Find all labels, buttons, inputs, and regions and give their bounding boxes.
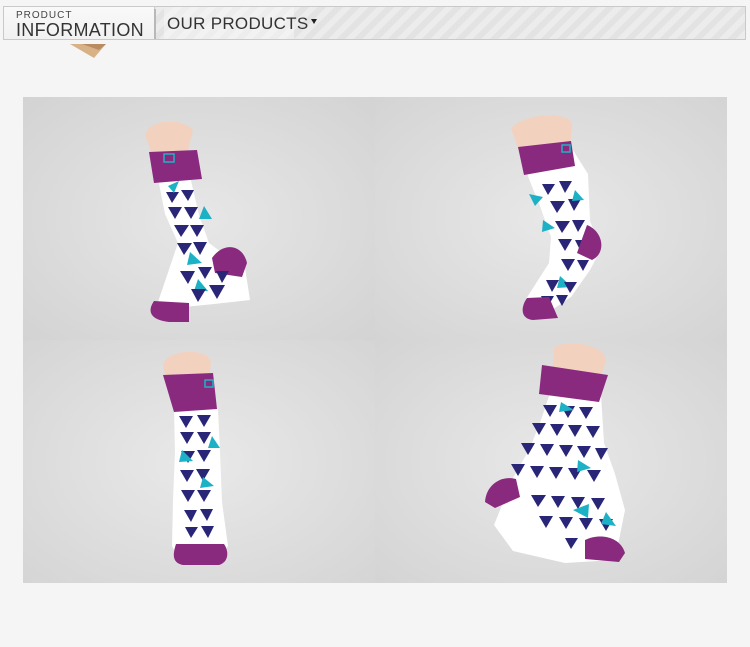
sock-photo-2 — [375, 97, 727, 340]
header-divider — [154, 9, 156, 39]
ribbon-decoration — [70, 44, 106, 58]
sock-photo-4 — [375, 340, 727, 583]
sock-photo-3 — [23, 340, 375, 583]
section-title-big: INFORMATION — [16, 20, 144, 40]
sock-photo-1 — [23, 97, 375, 340]
triangle-down-icon — [311, 19, 317, 24]
section-title-block: PRODUCT INFORMATION — [4, 7, 155, 40]
header-bar: PRODUCT INFORMATION OUR PRODUCTS — [3, 6, 746, 40]
our-products-tab[interactable]: OUR PRODUCTS — [167, 14, 309, 34]
product-image-gallery — [23, 97, 727, 583]
